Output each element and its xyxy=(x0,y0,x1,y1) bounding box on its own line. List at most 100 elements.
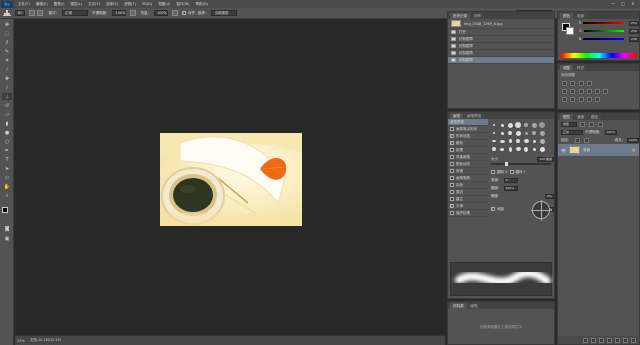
color-balance-icon[interactable] xyxy=(578,89,584,94)
setting-checkbox[interactable] xyxy=(450,203,454,208)
crop-tool-icon[interactable]: ⌗ xyxy=(2,57,12,64)
photo-filter-icon[interactable] xyxy=(595,89,601,94)
delete-layer-icon[interactable] xyxy=(631,337,636,343)
clone-stamp-tool-icon[interactable]: ⊥ xyxy=(2,93,12,100)
menu-3d[interactable]: 3D(D) xyxy=(139,2,155,6)
posterize-icon[interactable] xyxy=(570,97,576,102)
setting-checkbox[interactable] xyxy=(450,155,454,159)
brightness-contrast-icon[interactable] xyxy=(562,81,567,86)
setting-checkbox[interactable] xyxy=(450,176,454,180)
healing-tool-icon[interactable]: ✚ xyxy=(2,75,12,82)
brush-setting-item[interactable]: 散布 xyxy=(448,140,488,147)
history-snapshot[interactable]: img_2048_1365_6.jpg xyxy=(448,19,554,29)
fill-input[interactable]: 100% xyxy=(627,137,639,143)
brush-tip[interactable] xyxy=(507,122,513,128)
menu-layer[interactable]: 图层(L) xyxy=(67,2,85,7)
zoom-readout[interactable]: 25% xyxy=(17,339,25,343)
blur-tool-icon[interactable]: ● xyxy=(2,129,12,136)
selective-color-icon[interactable] xyxy=(586,97,592,102)
size-slider[interactable] xyxy=(491,162,551,166)
green-input[interactable]: 250 xyxy=(629,28,639,34)
layer-row-background[interactable]: 👁 背景 🔒 xyxy=(558,144,639,156)
minimize-button[interactable]: — xyxy=(610,1,616,6)
brush-tip[interactable] xyxy=(507,130,513,136)
channel-mixer-icon[interactable] xyxy=(603,89,609,94)
brush-tip[interactable] xyxy=(531,138,537,144)
brush-angle-widget[interactable] xyxy=(531,200,552,221)
setting-checkbox[interactable] xyxy=(450,190,454,194)
exposure-icon[interactable] xyxy=(586,81,592,86)
brush-setting-item[interactable]: 湿边 xyxy=(448,189,488,196)
visibility-eye-icon[interactable]: 👁 xyxy=(561,148,566,153)
screen-mode-icon[interactable]: ▣ xyxy=(2,235,12,242)
brush-setting-item[interactable]: 杂色 xyxy=(448,182,488,189)
zoom-tool-icon[interactable]: ⌕ xyxy=(2,192,12,199)
hardness-input[interactable]: 0% xyxy=(545,193,554,199)
path-select-tool-icon[interactable]: ➤ xyxy=(2,165,12,172)
menu-view[interactable]: 视图(V) xyxy=(155,2,173,7)
setting-checkbox[interactable] xyxy=(450,197,454,201)
history-brush-tool-icon[interactable]: ↺ xyxy=(2,102,12,109)
red-input[interactable]: 254 xyxy=(629,20,639,26)
gradient-map-icon[interactable] xyxy=(595,97,601,102)
spacing-checkbox[interactable] xyxy=(491,206,495,211)
brush-size-picker[interactable]: 60 xyxy=(15,10,26,16)
setting-checkbox[interactable] xyxy=(450,127,454,131)
history-item[interactable]: 打开 xyxy=(448,29,554,36)
setting-checkbox[interactable] xyxy=(450,140,454,145)
close-button[interactable]: ✕ xyxy=(630,1,636,6)
blue-input[interactable]: 248 xyxy=(629,36,639,42)
move-tool-icon[interactable]: ✥ xyxy=(2,21,12,28)
setting-checkbox[interactable] xyxy=(450,133,454,138)
curves-icon[interactable] xyxy=(578,81,584,86)
brush-tip[interactable] xyxy=(539,138,545,144)
tab-clone-source[interactable]: 仿制源 xyxy=(450,303,467,309)
eyedropper-tool-icon[interactable]: ⁄ xyxy=(2,66,12,73)
brush-tip[interactable] xyxy=(507,146,513,152)
brush-tip[interactable] xyxy=(491,138,497,144)
flip-y-checkbox[interactable] xyxy=(509,170,514,174)
flip-x-checkbox[interactable] xyxy=(491,170,495,174)
brush-tip[interactable] xyxy=(507,138,513,144)
brush-tip[interactable] xyxy=(539,146,545,152)
menu-file[interactable]: 文件(F) xyxy=(15,2,33,7)
tab-adjustments[interactable]: 调整 xyxy=(560,65,573,71)
brush-setting-item[interactable]: 双重画笔 xyxy=(448,154,488,161)
tab-paths[interactable]: 路径 xyxy=(588,114,601,120)
brush-tip[interactable] xyxy=(499,138,505,144)
brush-setting-item[interactable]: 画笔笔势 xyxy=(448,175,488,182)
brush-preset-button[interactable]: 画笔预设 xyxy=(448,119,488,126)
aligned-checkbox[interactable] xyxy=(181,10,186,15)
color-spectrum-bar[interactable] xyxy=(561,53,637,58)
mode-select[interactable]: 正常 xyxy=(61,10,88,16)
tab-channels[interactable]: 通道 xyxy=(574,114,587,120)
history-item[interactable]: 仿制图章 xyxy=(448,36,554,43)
menu-type[interactable]: 文字(Y) xyxy=(85,2,103,7)
menu-filter[interactable]: 滤镜(T) xyxy=(121,2,139,7)
size-input[interactable]: 100 像素 xyxy=(537,156,554,162)
foreground-color-swatch[interactable] xyxy=(2,207,8,213)
blend-mode-select[interactable]: 正常 xyxy=(561,129,583,135)
tab-swatches[interactable]: 色板 xyxy=(574,13,587,19)
new-adjustment-icon[interactable] xyxy=(607,337,612,343)
threshold-icon[interactable] xyxy=(578,97,584,102)
setting-checkbox[interactable] xyxy=(450,211,454,215)
panel-bg-swatch[interactable] xyxy=(566,27,574,35)
invert-icon[interactable] xyxy=(562,97,567,102)
menu-image[interactable]: 图像(I) xyxy=(51,2,68,7)
add-mask-icon[interactable] xyxy=(599,337,604,343)
brush-tip[interactable] xyxy=(515,138,521,144)
type-tool-icon[interactable]: T xyxy=(2,156,12,163)
lock-pixels-icon[interactable] xyxy=(574,137,580,143)
brush-setting-item[interactable]: 形状动态 xyxy=(448,133,488,140)
eraser-tool-icon[interactable]: ▱ xyxy=(2,111,12,118)
brush-tip[interactable] xyxy=(499,122,505,128)
clone-source-toggle-icon[interactable] xyxy=(37,10,44,16)
new-layer-icon[interactable] xyxy=(623,337,628,343)
flow-input[interactable]: 100% xyxy=(153,10,168,16)
vibrance-icon[interactable] xyxy=(562,89,567,94)
brush-tip[interactable] xyxy=(523,146,529,152)
hand-tool-icon[interactable]: ✋ xyxy=(2,183,12,190)
brush-tip[interactable] xyxy=(491,130,497,136)
setting-checkbox[interactable] xyxy=(450,169,454,173)
